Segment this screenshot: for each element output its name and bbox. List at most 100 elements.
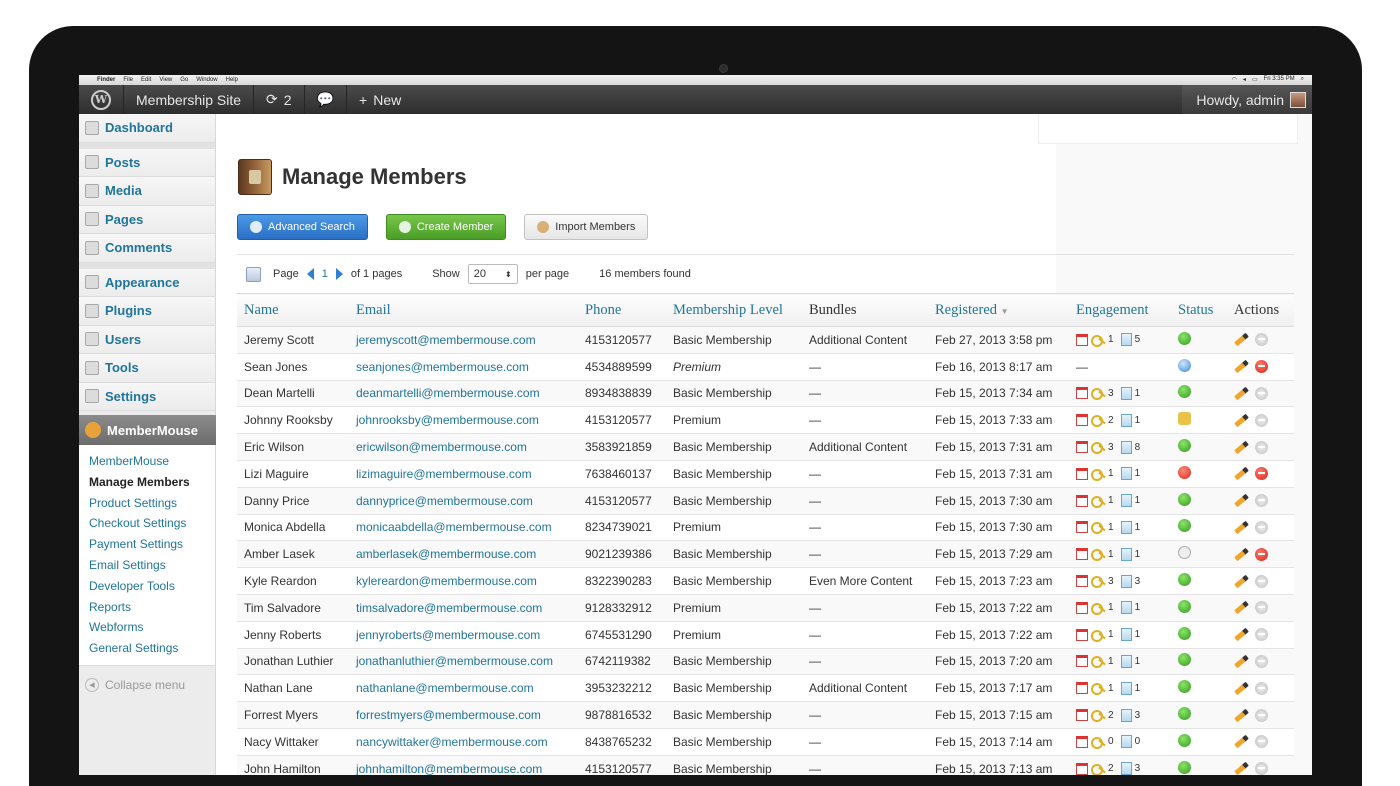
member-email-link[interactable]: timsalvadore@membermouse.com xyxy=(349,594,578,622)
submenu-email-settings[interactable]: Email Settings xyxy=(89,555,215,576)
sidebar-item-settings[interactable]: Settings xyxy=(79,382,215,411)
document-icon[interactable] xyxy=(1120,681,1132,695)
collapse-menu-button[interactable]: ◀ Collapse menu xyxy=(79,666,215,704)
document-icon[interactable] xyxy=(1120,413,1132,427)
calendar-icon[interactable] xyxy=(1076,762,1088,775)
mac-menu-edit[interactable]: Edit xyxy=(141,77,151,83)
member-email-link[interactable]: ericwilson@membermouse.com xyxy=(349,433,578,461)
delete-icon[interactable] xyxy=(1255,708,1268,722)
document-icon[interactable] xyxy=(1120,762,1132,775)
mac-menu-finder[interactable]: Finder xyxy=(97,77,115,83)
mac-menu-go[interactable]: Go xyxy=(180,77,188,83)
status-active-icon[interactable] xyxy=(1178,707,1191,721)
sidebar-item-users[interactable]: Users xyxy=(79,325,215,354)
sidebar-item-media[interactable]: Media xyxy=(79,177,215,206)
mac-menu-help[interactable]: Help xyxy=(226,77,238,83)
sidebar-item-membermouse[interactable]: MemberMouse xyxy=(79,415,232,445)
volume-icon[interactable]: ◂ xyxy=(1243,76,1246,83)
sidebar-item-tools[interactable]: Tools xyxy=(79,354,215,383)
status-pending-icon[interactable] xyxy=(1178,358,1191,372)
key-icon[interactable] xyxy=(1091,629,1105,642)
key-icon[interactable] xyxy=(1091,655,1105,669)
key-icon[interactable] xyxy=(1091,441,1105,455)
delete-icon[interactable] xyxy=(1255,628,1268,642)
status-active-icon[interactable] xyxy=(1178,385,1191,399)
member-email-link[interactable]: monicaabdella@membermouse.com xyxy=(349,514,578,542)
status-active-icon[interactable] xyxy=(1178,519,1191,533)
key-icon[interactable] xyxy=(1091,521,1105,535)
delete-icon[interactable] xyxy=(1255,735,1268,749)
mac-menu-file[interactable]: File xyxy=(123,77,133,83)
member-email-link[interactable]: jonathanluthier@membermouse.com xyxy=(349,648,578,676)
key-icon[interactable] xyxy=(1091,736,1105,749)
member-email-link[interactable]: lizimaguire@membermouse.com xyxy=(349,460,578,488)
key-icon[interactable] xyxy=(1091,468,1105,481)
delete-icon[interactable] xyxy=(1255,467,1268,481)
sidebar-item-appearance[interactable]: Appearance xyxy=(79,268,215,297)
member-email-link[interactable]: nancywittaker@membermouse.com xyxy=(349,728,578,756)
calendar-icon[interactable] xyxy=(1076,575,1088,588)
status-active-icon[interactable] xyxy=(1178,733,1191,747)
calendar-icon[interactable] xyxy=(1076,655,1088,668)
calendar-icon[interactable] xyxy=(1076,548,1088,561)
document-icon[interactable] xyxy=(1120,601,1132,615)
member-email-link[interactable]: nathanlane@membermouse.com xyxy=(349,674,578,703)
document-icon[interactable] xyxy=(1120,333,1132,347)
delete-icon[interactable] xyxy=(1255,547,1268,561)
delete-icon[interactable] xyxy=(1255,333,1268,347)
document-icon[interactable] xyxy=(1120,547,1132,561)
status-active-icon[interactable] xyxy=(1178,599,1191,613)
sidebar-item-dashboard[interactable]: Dashboard xyxy=(79,114,215,143)
key-icon[interactable] xyxy=(1091,763,1105,775)
document-icon[interactable] xyxy=(1120,467,1132,481)
sidebar-item-comments[interactable]: Comments xyxy=(79,234,215,263)
status-active-icon[interactable] xyxy=(1178,653,1191,667)
col-membership-level[interactable]: Membership Level xyxy=(666,293,802,327)
edit-pencil-icon[interactable] xyxy=(1234,386,1249,401)
col-phone[interactable]: Phone xyxy=(578,293,666,327)
col-registered[interactable]: Registered ▼ xyxy=(928,293,1069,327)
mac-menu-view[interactable]: View xyxy=(159,77,172,83)
delete-icon[interactable] xyxy=(1255,494,1268,508)
submenu-general-settings[interactable]: General Settings xyxy=(89,638,215,659)
key-icon[interactable] xyxy=(1091,414,1105,428)
member-email-link[interactable]: dannyprice@membermouse.com xyxy=(349,487,578,515)
col-name[interactable]: Name xyxy=(237,293,349,327)
document-icon[interactable] xyxy=(1120,386,1132,400)
new-button[interactable]: + New xyxy=(347,85,413,114)
edit-pencil-icon[interactable] xyxy=(1234,735,1249,749)
member-email-link[interactable]: johnrooksby@membermouse.com xyxy=(349,406,578,435)
sidebar-item-pages[interactable]: Pages xyxy=(79,205,215,234)
account-menu[interactable]: Howdy, admin xyxy=(1182,85,1312,114)
wifi-icon[interactable]: ◠ xyxy=(1232,76,1237,83)
status-canceled-icon[interactable] xyxy=(1178,465,1191,479)
calendar-icon[interactable] xyxy=(1076,682,1088,695)
document-icon[interactable] xyxy=(1120,494,1132,508)
edit-pencil-icon[interactable] xyxy=(1234,627,1249,642)
edit-pencil-icon[interactable] xyxy=(1234,681,1249,695)
export-csv-icon[interactable] xyxy=(246,266,261,282)
prev-page-icon[interactable] xyxy=(306,268,314,280)
clock[interactable]: Fri 3:35 PM xyxy=(1264,76,1295,83)
updates-button[interactable]: ⟳ 2 xyxy=(254,85,305,114)
key-icon[interactable] xyxy=(1091,548,1105,562)
key-icon[interactable] xyxy=(1091,334,1105,347)
edit-pencil-icon[interactable] xyxy=(1234,601,1249,615)
status-active-icon[interactable] xyxy=(1178,439,1191,453)
delete-icon[interactable] xyxy=(1255,360,1268,374)
edit-pencil-icon[interactable] xyxy=(1234,547,1249,562)
member-email-link[interactable]: seanjones@membermouse.com xyxy=(349,353,578,381)
edit-pencil-icon[interactable] xyxy=(1234,493,1249,508)
member-email-link[interactable]: forrestmyers@membermouse.com xyxy=(349,701,578,729)
submenu-developer-tools[interactable]: Developer Tools xyxy=(89,576,215,597)
spotlight-icon[interactable]: ⌕ xyxy=(1301,76,1304,83)
status-paused-icon[interactable] xyxy=(1178,546,1191,560)
delete-icon[interactable] xyxy=(1255,440,1268,454)
delete-icon[interactable] xyxy=(1255,762,1268,775)
calendar-icon[interactable] xyxy=(1076,333,1088,346)
delete-icon[interactable] xyxy=(1255,520,1268,534)
member-email-link[interactable]: jeremyscott@membermouse.com xyxy=(349,326,578,354)
submenu-membermouse[interactable]: MemberMouse xyxy=(89,451,215,472)
edit-pencil-icon[interactable] xyxy=(1234,761,1249,775)
col-email[interactable]: Email xyxy=(349,293,578,327)
